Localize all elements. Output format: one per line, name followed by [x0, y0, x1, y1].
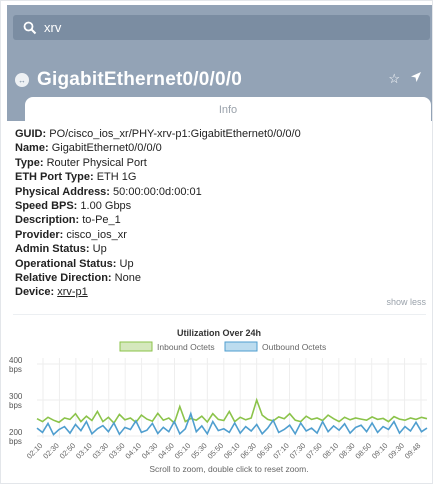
- property-key: Type:: [15, 156, 44, 169]
- interface-icon: ↔: [15, 73, 29, 87]
- property-value: 1.00 Gbps: [80, 200, 132, 213]
- y-tick-unit: bps: [9, 365, 22, 374]
- property-value: Router Physical Port: [46, 156, 147, 169]
- header-bar: ↔ GigabitEthernet0/0/0/0 ☆ Info: [7, 5, 432, 123]
- property-key: Relative Direction:: [15, 272, 112, 285]
- legend-swatch: [119, 341, 153, 352]
- divider: [13, 314, 426, 315]
- property-value: GigabitEthernet0/0/0/0: [51, 142, 162, 155]
- x-tick-label: 04:10: [123, 441, 143, 461]
- property-key: GUID:: [15, 128, 47, 140]
- x-tick-label: 08:50: [353, 441, 373, 461]
- property-row: Physical Address: 50:00:00:0d:00:01: [15, 185, 425, 199]
- property-key: Admin Status:: [15, 243, 90, 256]
- property-key: Description:: [15, 214, 80, 227]
- property-row: Name: GigabitEthernet0/0/0/0: [15, 141, 425, 155]
- property-key: Physical Address:: [15, 185, 110, 198]
- property-value: Up: [92, 243, 107, 256]
- x-tick-label: 07:50: [304, 441, 324, 461]
- property-row: Admin Status: Up: [15, 242, 425, 256]
- y-tick-unit: bps: [9, 401, 22, 410]
- y-tick-label: 300: [9, 392, 23, 401]
- x-tick-label: 03:30: [91, 441, 111, 461]
- x-tick-label: 02:50: [58, 441, 78, 461]
- property-value: to-Pe_1: [82, 214, 121, 227]
- y-tick-label: 400: [9, 356, 23, 365]
- x-tick-label: 08:30: [337, 441, 357, 461]
- property-row: Relative Direction: None: [15, 271, 425, 285]
- property-key: Operational Status:: [15, 257, 117, 270]
- y-tick-unit: bps: [9, 437, 22, 446]
- show-less-link[interactable]: show less: [386, 297, 426, 307]
- x-tick-label: 09:10: [370, 441, 390, 461]
- utilization-chart[interactable]: Utilization Over 24h Inbound Octets Outbou…: [7, 326, 432, 481]
- property-row: Type: Router Physical Port: [15, 156, 425, 170]
- chart-title: Utilization Over 24h: [177, 328, 261, 338]
- x-tick-label: 09:30: [386, 441, 406, 461]
- property-key: Name:: [15, 142, 49, 155]
- x-tick-label: 06:10: [222, 441, 242, 461]
- legend-swatch: [224, 341, 258, 352]
- property-value: None: [114, 272, 141, 285]
- property-value: Up: [119, 257, 134, 270]
- property-row: Device: xrv-p1: [15, 285, 425, 299]
- info-panel: GUID: PO/cisco_ios_xr/PHY-xrv-p1:Gigabit…: [7, 121, 432, 481]
- property-key: Speed BPS:: [15, 200, 78, 213]
- property-key: Device:: [15, 286, 55, 299]
- x-tick-label: 02:30: [41, 441, 61, 461]
- property-row: Operational Status: Up: [15, 257, 425, 271]
- series-line-inbound: [36, 397, 428, 425]
- legend-label: Outbound Octets: [262, 342, 326, 352]
- title-actions: ☆: [388, 71, 422, 87]
- property-value: cisco_ios_xr: [66, 228, 127, 241]
- x-tick-label: 07:10: [271, 441, 291, 461]
- x-tick-label: 06:50: [255, 441, 275, 461]
- x-tick-label: 07:30: [288, 441, 308, 461]
- property-key: ETH Port Type:: [15, 171, 94, 184]
- chart-hint: Scroll to zoom, double click to reset zo…: [149, 464, 308, 474]
- details-panel: ↔ GigabitEthernet0/0/0/0 ☆ Info GUID: PO…: [0, 0, 433, 484]
- legend-label: Inbound Octets: [157, 342, 215, 352]
- search-icon: [23, 21, 37, 34]
- property-row: GUID: PO/cisco_ios_xr/PHY-xrv-p1:Gigabit…: [15, 127, 425, 141]
- x-tick-label: 02:10: [25, 441, 45, 461]
- property-key: Provider:: [15, 228, 64, 241]
- tab-info[interactable]: Info: [25, 97, 431, 123]
- property-value: PO/cisco_ios_xr/PHY-xrv-p1:GigabitEthern…: [49, 128, 301, 140]
- property-row: Speed BPS: 1.00 Gbps: [15, 199, 425, 213]
- x-tick-label: 05:50: [206, 441, 226, 461]
- star-icon[interactable]: ☆: [388, 71, 400, 87]
- x-tick-label: 09:48: [403, 441, 423, 461]
- property-row: Description: to-Pe_1: [15, 213, 425, 227]
- x-tick-label: 05:10: [173, 441, 193, 461]
- title-row: ↔ GigabitEthernet0/0/0/0 ☆: [15, 67, 430, 93]
- device-link[interactable]: xrv-p1: [57, 286, 88, 298]
- x-tick-label: 06:30: [238, 441, 258, 461]
- x-tick-label: 08:10: [321, 441, 341, 461]
- property-value: ETH 1G: [96, 171, 137, 184]
- search-input[interactable]: [44, 20, 424, 35]
- property-list: GUID: PO/cisco_ios_xr/PHY-xrv-p1:Gigabit…: [15, 127, 425, 300]
- search-bar[interactable]: [13, 15, 430, 40]
- x-tick-label: 04:30: [140, 441, 160, 461]
- property-row: Provider: cisco_ios_xr: [15, 228, 425, 242]
- send-arrow-icon[interactable]: [410, 71, 422, 87]
- property-value: 50:00:00:0d:00:01: [113, 185, 202, 198]
- x-tick-label: 04:50: [156, 441, 176, 461]
- property-row: ETH Port Type: ETH 1G: [15, 170, 425, 184]
- x-tick-label: 03:50: [107, 441, 127, 461]
- y-tick-label: 200: [9, 428, 23, 437]
- page-title: GigabitEthernet0/0/0/0: [37, 69, 243, 90]
- x-tick-label: 05:30: [189, 441, 209, 461]
- x-tick-label: 03:10: [74, 441, 94, 461]
